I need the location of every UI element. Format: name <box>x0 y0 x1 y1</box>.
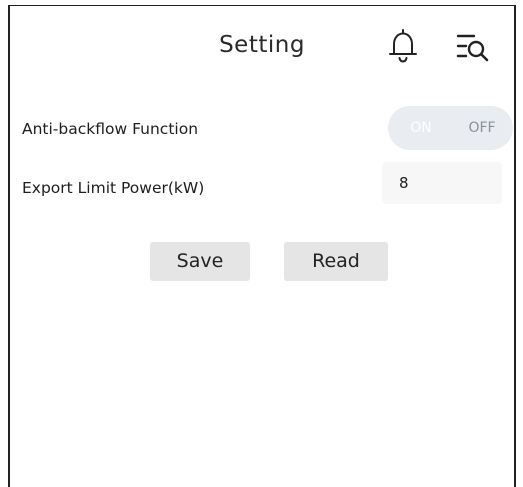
bell-icon[interactable] <box>388 28 418 64</box>
export-limit-input[interactable] <box>382 162 502 204</box>
anti-backflow-label: Anti-backflow Function <box>22 120 199 138</box>
page-title: Setting <box>219 32 305 58</box>
save-button[interactable]: Save <box>150 242 250 281</box>
toggle-on-option[interactable]: ON <box>388 106 454 150</box>
read-button[interactable]: Read <box>284 242 388 281</box>
settings-panel: Setting Anti-backflow Function ON OFF Ex… <box>8 5 516 487</box>
toggle-off-option[interactable]: OFF <box>451 106 513 150</box>
anti-backflow-toggle[interactable]: ON OFF <box>388 106 513 150</box>
filter-list-search-icon[interactable] <box>456 32 490 62</box>
export-limit-label: Export Limit Power(kW) <box>22 179 205 197</box>
